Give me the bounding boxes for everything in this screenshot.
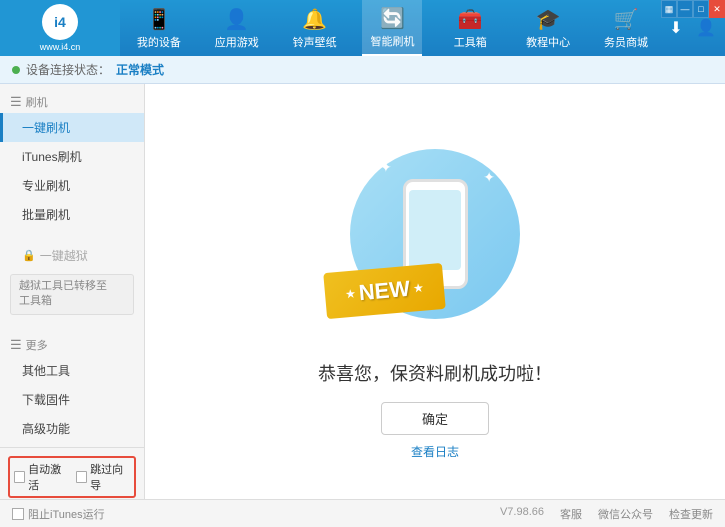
sidebar-item-advanced[interactable]: 高级功能 [0,414,144,443]
sidebar-item-other-tools[interactable]: 其他工具 [0,356,144,385]
close-btn[interactable]: ✕ [709,0,725,18]
status-bar: 设备连接状态： 正常模式 [0,56,725,84]
auto-activate-check[interactable] [14,471,25,483]
download-btn[interactable]: ⬇ [665,17,687,39]
sparkle-2-icon: ✦ [483,169,495,186]
confirm-button[interactable]: 确定 [381,402,489,435]
window-controls: ▦ — □ ✕ [661,0,725,18]
sidebar-item-itunes-flash[interactable]: iTunes刷机 [0,142,144,171]
more-group-title: ☰ 更多 [0,331,144,356]
footer-customer-link[interactable]: 客服 [560,506,582,522]
flash-section: ☰ 刷机 一键刷机 iTunes刷机 专业刷机 批量刷机 [0,84,144,233]
ringtones-icon: 🔔 [302,7,327,32]
apps-label: 应用游戏 [215,34,259,50]
sidebar-item-one-key-flash[interactable]: 一键刷机 [0,113,144,142]
sidebar-item-batch-flash[interactable]: 批量刷机 [0,200,144,229]
merchant-label: 务员商城 [604,34,648,50]
logo-subtitle: www.i4.cn [40,42,81,52]
nav-apps-games[interactable]: 👤 应用游戏 [207,0,267,56]
sidebar-item-pro-flash[interactable]: 专业刷机 [0,171,144,200]
footer-right: V7.98.66 客服 微信公众号 检查更新 [500,506,713,522]
view-log-link[interactable]: 查看日志 [411,443,459,460]
nav-smart-flash[interactable]: 🔄 智能刷机 [362,0,422,56]
star-right-icon: ★ [412,280,424,295]
star-left-icon: ★ [345,286,357,301]
header-controls: ⬇ 👤 [665,17,725,39]
skip-guide-check[interactable] [76,471,87,483]
status-indicator [12,66,20,74]
merchant-icon: 🛒 [614,7,639,32]
new-text: NEW [358,275,411,305]
phone-screen [409,190,461,270]
auto-options-row: 自动激活 跳过向导 [8,456,136,498]
maximize-btn[interactable]: □ [693,0,709,18]
sparkle-1-icon: ✦ [380,159,392,176]
sidebar-item-download-firmware[interactable]: 下载固件 [0,385,144,414]
new-banner: ★ NEW ★ [323,262,445,318]
main-content: ✦ ✦ ✦ ★ NEW ★ 恭喜您，保资料刷机成功啦！ 确定 查看日志 [145,84,725,499]
itunes-checkbox[interactable] [12,508,24,520]
logo: i4 www.i4.cn [0,0,120,56]
tutorial-icon: 🎓 [536,7,561,32]
ringtones-label: 铃声壁纸 [293,34,337,50]
smart-flash-icon: 🔄 [380,6,405,31]
nav-my-device[interactable]: 📱 我的设备 [129,0,189,56]
apps-icon: 👤 [224,7,249,32]
toolbox-label: 工具箱 [454,34,487,50]
success-illustration: ✦ ✦ ✦ ★ NEW ★ [335,124,535,344]
status-mode: 正常模式 [116,61,164,78]
skip-guide-checkbox[interactable]: 跳过向导 [76,461,130,493]
nav-toolbox[interactable]: 🧰 工具箱 [440,0,500,56]
sidebar-disabled-jailbreak: 🔒 一键越狱 [0,241,144,270]
nav-merchant[interactable]: 🛒 务员商城 [596,0,656,56]
status-label: 设备连接状态： [26,61,110,78]
footer: 阻止iTunes运行 V7.98.66 客服 微信公众号 检查更新 [0,499,725,527]
tutorial-label: 教程中心 [526,34,570,50]
nav-ringtones[interactable]: 🔔 铃声壁纸 [285,0,345,56]
version-text: V7.98.66 [500,506,544,522]
success-message: 恭喜您，保资料刷机成功啦！ [318,360,552,386]
user-btn[interactable]: 👤 [695,17,717,39]
more-section: ☰ 更多 其他工具 下载固件 高级功能 [0,327,144,447]
my-device-icon: 📱 [146,7,171,32]
footer-left: 阻止iTunes运行 [12,506,105,522]
lock-icon: 🔒 [22,249,36,262]
signal-icon: ▦ [661,0,677,18]
itunes-label: 阻止iTunes运行 [28,506,105,522]
my-device-label: 我的设备 [137,34,181,50]
flash-group-title: ☰ 刷机 [0,88,144,113]
footer-check-update-link[interactable]: 检查更新 [669,506,713,522]
logo-icon: i4 [42,4,78,40]
jailbreak-note: 越狱工具已转移至 工具箱 [10,274,134,315]
minimize-btn[interactable]: — [677,0,693,18]
flash-group-icon: ☰ [10,94,22,110]
nav-tutorial[interactable]: 🎓 教程中心 [518,0,578,56]
smart-flash-label: 智能刷机 [370,33,414,49]
auto-activate-checkbox[interactable]: 自动激活 [14,461,68,493]
more-group-icon: ☰ [10,337,22,353]
sidebar: ☰ 刷机 一键刷机 iTunes刷机 专业刷机 批量刷机 🔒 一键越狱 越狱工具… [0,84,145,499]
device-area: 自动激活 跳过向导 📱 iPhone 15 Pro Max 512GB iPho… [0,447,144,499]
footer-wechat-link[interactable]: 微信公众号 [598,506,653,522]
main-nav: 📱 我的设备 👤 应用游戏 🔔 铃声壁纸 🔄 智能刷机 🧰 工具箱 🎓 [120,0,665,56]
toolbox-icon: 🧰 [458,7,483,32]
